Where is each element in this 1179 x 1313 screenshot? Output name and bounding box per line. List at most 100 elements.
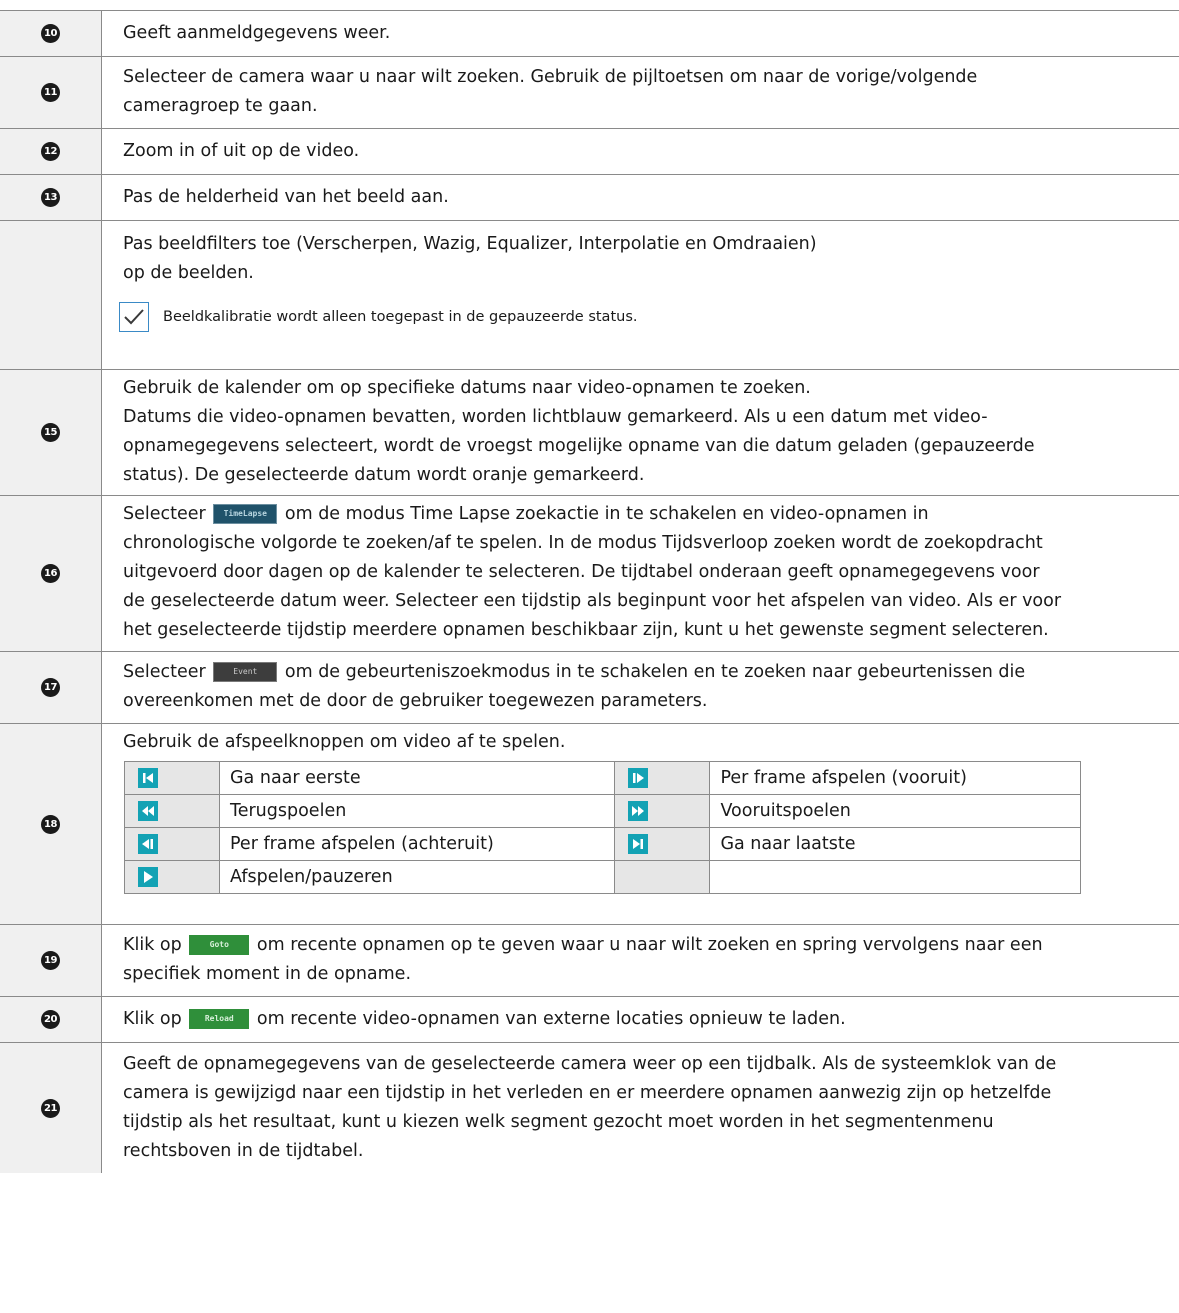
row-number-cell: 11 — [0, 57, 102, 128]
description-cell: Klik op Goto om recente opnamen op te ge… — [102, 925, 1179, 996]
number-badge: 20 — [41, 1010, 60, 1029]
description-line: Pas beeldfilters toe (Verscherpen, Wazig… — [123, 234, 817, 254]
description-text: om de gebeurteniszoekmodus in te schakel… — [284, 662, 1026, 682]
control-label: Per frame afspelen (vooruit) — [709, 761, 1081, 795]
description-cell: Geeft de opnamegegevens van de geselecte… — [102, 1043, 1179, 1173]
checkmark-icon — [119, 302, 149, 332]
description-cell: Selecteer de camera waar u naar wilt zoe… — [102, 57, 1179, 128]
number-badge: 17 — [41, 678, 60, 697]
control-label: Per frame afspelen (achteruit) — [218, 827, 616, 861]
playback-controls-table: Ga naar eerste Per frame afspelen (vooru… — [124, 761, 1081, 894]
table-row: 13 Pas de helderheid van het beeld aan. — [0, 175, 1179, 221]
row-number-cell: 20 — [0, 997, 102, 1042]
description-line: status). De geselecteerde datum wordt or… — [123, 465, 645, 485]
reload-button[interactable]: Reload — [189, 1009, 250, 1029]
number-badge: 12 — [41, 142, 60, 161]
table-row: 19 Klik op Goto om recente opnamen op te… — [0, 925, 1179, 997]
description-text: Selecteer — [123, 662, 206, 682]
icon-cell — [614, 794, 711, 828]
description-line: chronologische volgorde te zoeken/af te … — [123, 533, 1043, 553]
table-row: 21 Geeft de opnamegegevens van de gesele… — [0, 1043, 1179, 1173]
description-text: Klik op — [123, 935, 182, 955]
icon-cell — [614, 827, 711, 861]
description-text: om recente opnamen op te geven waar u na… — [256, 935, 1043, 955]
control-label: Ga naar laatste — [709, 827, 1081, 861]
rewind-icon[interactable] — [138, 800, 158, 821]
description-line: overeenkomen met de door de gebruiker to… — [123, 691, 708, 711]
number-badge: 21 — [41, 1098, 60, 1118]
description-line: Datums die video-opnamen bevatten, worde… — [123, 407, 988, 427]
description-text: Selecteer — [123, 504, 206, 524]
description-text: Geeft aanmeldgegevens weer. — [123, 23, 391, 43]
description-line: de geselecteerde datum weer. Selecteer e… — [123, 591, 1062, 611]
description-line: Gebruik de kalender om op specifieke dat… — [123, 378, 811, 398]
goto-button[interactable]: Goto — [189, 935, 250, 955]
number-badge: 15 — [41, 423, 60, 442]
description-line: tijdstip als het resultaat, kunt u kieze… — [123, 1112, 994, 1132]
number-badge: 11 — [41, 83, 60, 102]
description-line: cameragroep te gaan. — [123, 96, 318, 116]
frame-forward-icon[interactable] — [628, 767, 649, 788]
note-box: Beeldkalibratie wordt alleen toegepast i… — [119, 302, 1165, 332]
description-cell: Zoom in of uit op de video. — [102, 129, 1179, 174]
table-row: Ga naar eerste Per frame afspelen (vooru… — [124, 761, 1081, 795]
description-cell: Geeft aanmeldgegevens weer. — [102, 11, 1179, 56]
table-row: 20 Klik op Reload om recente video-opnam… — [0, 997, 1179, 1043]
description-cell: Klik op Reload om recente video-opnamen … — [102, 997, 1179, 1042]
description-line: Selecteer de camera waar u naar wilt zoe… — [123, 67, 978, 87]
description-text: Pas de helderheid van het beeld aan. — [123, 187, 449, 207]
description-cell: Gebruik de kalender om op specifieke dat… — [102, 370, 1179, 495]
description-line: rechtsboven in de tijdtabel. — [123, 1141, 364, 1161]
row-number-cell: 18 — [0, 724, 102, 924]
table-row: 10 Geeft aanmeldgegevens weer. — [0, 10, 1179, 57]
row-number-cell: 21 — [0, 1043, 102, 1173]
description-line: het geselecteerde tijdstip meerdere opna… — [123, 620, 1049, 640]
fast-forward-icon[interactable] — [628, 800, 649, 821]
number-badge: 16 — [41, 564, 60, 583]
description-line: specifiek moment in de opname. — [123, 964, 412, 984]
description-text: Klik op — [123, 1009, 182, 1029]
icon-cell — [124, 761, 220, 795]
table-row: Afspelen/pauzeren — [124, 860, 1081, 894]
icon-cell — [614, 761, 711, 795]
number-badge: 10 — [41, 24, 60, 43]
row-number-cell: 16 — [0, 496, 102, 651]
description-cell: Selecteer TimeLapse om de modus Time Lap… — [102, 496, 1179, 651]
number-badge: 13 — [41, 188, 60, 207]
row-number-cell: 19 — [0, 925, 102, 996]
go-to-last-icon[interactable] — [628, 833, 649, 854]
icon-cell — [124, 860, 220, 894]
description-line: opnamegegevens selecteert, wordt de vroe… — [123, 436, 1035, 456]
event-button[interactable]: Event — [213, 662, 278, 682]
description-text: om recente video-opnamen van externe loc… — [256, 1009, 846, 1029]
control-label: Terugspoelen — [218, 794, 616, 828]
description-text: Zoom in of uit op de video. — [123, 141, 360, 161]
frame-backward-icon[interactable] — [138, 833, 158, 854]
row-number-cell: 12 — [0, 129, 102, 174]
table-row: 18 Gebruik de afspeelknoppen om video af… — [0, 724, 1179, 925]
row-number-cell: 17 — [0, 652, 102, 723]
control-label: Vooruitspoelen — [709, 794, 1081, 828]
control-label — [709, 860, 1081, 894]
row-number-cell: 15 — [0, 370, 102, 495]
description-line: Geeft de opnamegegevens van de geselecte… — [123, 1054, 1057, 1074]
control-label: Afspelen/pauzeren — [218, 860, 616, 894]
control-label: Ga naar eerste — [218, 761, 616, 795]
description-text: om de modus Time Lapse zoekactie in te s… — [284, 504, 929, 524]
timelapse-button[interactable]: TimeLapse — [213, 504, 278, 524]
note-text: Beeldkalibratie wordt alleen toegepast i… — [163, 308, 638, 325]
table-row: Pas beeldfilters toe (Verscherpen, Wazig… — [0, 221, 1179, 370]
table-row: 15 Gebruik de kalender om op specifieke … — [0, 370, 1179, 496]
description-table: 10 Geeft aanmeldgegevens weer. 11 Select… — [0, 10, 1179, 1173]
table-row: 16 Selecteer TimeLapse om de modus Time … — [0, 496, 1179, 652]
row-number-cell: 10 — [0, 11, 102, 56]
number-badge: 18 — [41, 814, 60, 834]
table-row: 12 Zoom in of uit op de video. — [0, 129, 1179, 175]
play-pause-icon[interactable] — [138, 866, 158, 887]
table-row: 17 Selecteer Event om de gebeurteniszoek… — [0, 652, 1179, 724]
description-line: uitgevoerd door dagen op de kalender te … — [123, 562, 1040, 582]
go-to-first-icon[interactable] — [138, 767, 158, 788]
icon-cell — [124, 794, 220, 828]
table-row: Per frame afspelen (achteruit) Ga naar l… — [124, 827, 1081, 861]
table-row: Terugspoelen Vooruitspoelen — [124, 794, 1081, 828]
